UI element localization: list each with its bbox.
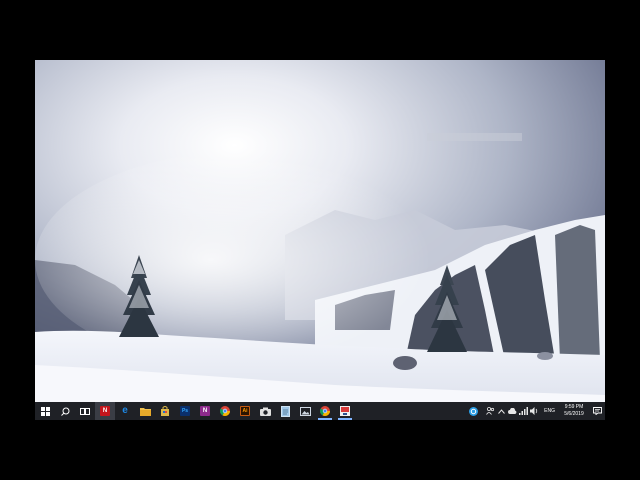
taskbar-app-camera[interactable] (255, 402, 275, 420)
volume-icon (530, 407, 538, 415)
clock[interactable]: 9:59 PM 5/6/2019 (559, 404, 589, 418)
cloud-icon (508, 408, 517, 414)
network-icon (519, 407, 529, 415)
task-view-button[interactable] (75, 402, 95, 420)
photos-icon (299, 406, 311, 416)
illustrator-icon: Ai (240, 406, 250, 416)
chevron-up-icon (498, 408, 506, 414)
system-tray: ENG 9:59 PM 5/6/2019 (468, 402, 605, 420)
search-button[interactable] (55, 402, 75, 420)
windows-logo-icon (40, 406, 50, 416)
taskbar-app-chrome[interactable] (215, 402, 235, 420)
onenote-icon: N (200, 406, 210, 416)
folder-icon (139, 407, 151, 416)
taskbar: N e Ps N Ai ENG 9:59 PM 5/6/2019 (35, 402, 605, 420)
volume-button[interactable] (529, 402, 540, 420)
onedrive-button[interactable] (507, 402, 518, 420)
edge-icon: e (122, 405, 128, 416)
task-view-icon (80, 407, 90, 415)
clock-time: 9:59 PM (564, 404, 584, 410)
camera-icon (259, 407, 271, 416)
notification-icon (592, 407, 602, 415)
store-bag-icon (161, 406, 169, 416)
taskbar-app-photos[interactable] (295, 402, 315, 420)
taskbar-app-notepad[interactable] (275, 402, 295, 420)
taskbar-app-store[interactable] (155, 402, 175, 420)
taskbar-app-file-explorer[interactable] (135, 402, 155, 420)
start-button[interactable] (35, 402, 55, 420)
notepad-icon (280, 405, 290, 417)
cortana-button[interactable] (468, 402, 479, 420)
taskbar-app-chrome-running[interactable] (315, 402, 335, 420)
people-button[interactable] (485, 402, 496, 420)
desktop-wallpaper (35, 60, 605, 402)
cortana-icon (469, 406, 479, 416)
show-hidden-icons-button[interactable] (496, 402, 507, 420)
photoshop-icon: Ps (180, 406, 190, 416)
desktop-screen: N e Ps N Ai ENG 9:59 PM 5/6/2019 (35, 60, 605, 420)
taskbar-app-netflix[interactable]: N (95, 402, 115, 420)
input-language-indicator[interactable]: ENG (540, 402, 559, 420)
taskbar-app-edge[interactable]: e (115, 402, 135, 420)
taskbar-app-illustrator[interactable]: Ai (235, 402, 255, 420)
action-center-button[interactable] (589, 402, 605, 420)
clock-date: 5/6/2019 (564, 411, 584, 417)
netflix-icon: N (100, 406, 110, 416)
screen-recorder-icon (340, 406, 350, 416)
taskbar-app-onenote[interactable]: N (195, 402, 215, 420)
chrome-running-icon (320, 406, 330, 416)
people-icon (486, 407, 495, 415)
taskbar-app-photoshop[interactable]: Ps (175, 402, 195, 420)
chrome-icon (220, 406, 230, 416)
network-button[interactable] (518, 402, 529, 420)
search-icon (60, 407, 69, 416)
taskbar-app-screen-recorder[interactable] (335, 402, 355, 420)
